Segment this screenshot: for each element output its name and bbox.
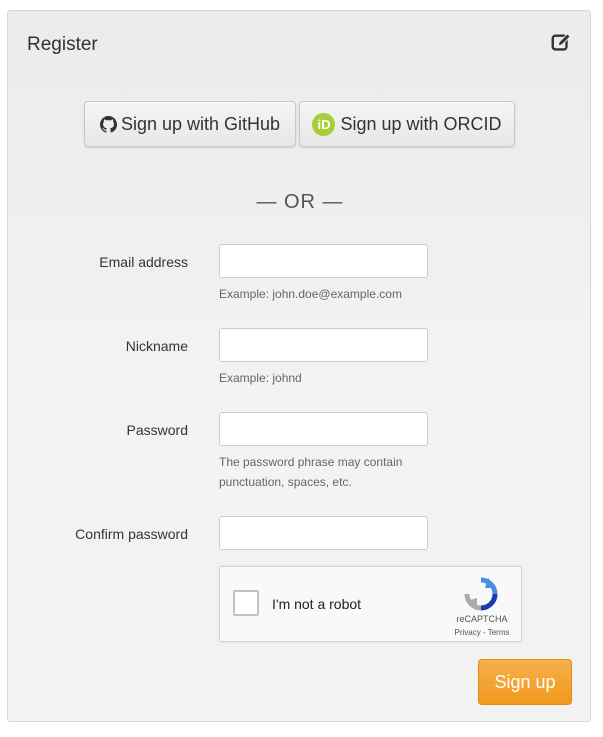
email-label: Email address bbox=[99, 254, 188, 270]
github-signup-label: Sign up with GitHub bbox=[120, 113, 281, 134]
confirm-password-field[interactable] bbox=[219, 516, 428, 550]
edit-icon[interactable] bbox=[550, 32, 572, 54]
nickname-label: Nickname bbox=[125, 338, 188, 354]
register-panel: Register Sign up with GitHub iD Sign up … bbox=[7, 10, 591, 722]
email-help: Example: john.doe@example.com bbox=[219, 287, 402, 301]
panel-title: Register bbox=[27, 34, 98, 55]
orcid-icon: iD bbox=[312, 112, 336, 136]
orcid-signup-label: Sign up with ORCID bbox=[340, 113, 502, 134]
password-help: The password phrase may contain punctuat… bbox=[219, 455, 403, 489]
or-divider: — OR — bbox=[256, 191, 344, 213]
recaptcha-widget: I'm not a robot reCAPTCHA Privacy - Term… bbox=[219, 566, 522, 642]
recaptcha-links[interactable]: Privacy - Terms bbox=[451, 628, 513, 637]
password-label: Password bbox=[126, 422, 188, 438]
recaptcha-checkbox-label: I'm not a robot bbox=[272, 596, 362, 612]
nickname-field[interactable] bbox=[219, 328, 428, 362]
confirm-password-label: Confirm password bbox=[75, 526, 188, 542]
recaptcha-icon bbox=[464, 577, 498, 611]
password-field[interactable] bbox=[219, 412, 428, 446]
recaptcha-brand: reCAPTCHA bbox=[456, 614, 508, 624]
signup-button[interactable]: Sign up bbox=[478, 659, 572, 705]
recaptcha-checkbox[interactable] bbox=[233, 590, 259, 616]
email-field[interactable] bbox=[219, 244, 428, 278]
github-icon bbox=[99, 115, 117, 133]
orcid-signup-button[interactable]: iD Sign up with ORCID bbox=[299, 101, 515, 147]
nickname-help: Example: johnd bbox=[219, 371, 302, 385]
github-signup-button[interactable]: Sign up with GitHub bbox=[84, 101, 296, 147]
